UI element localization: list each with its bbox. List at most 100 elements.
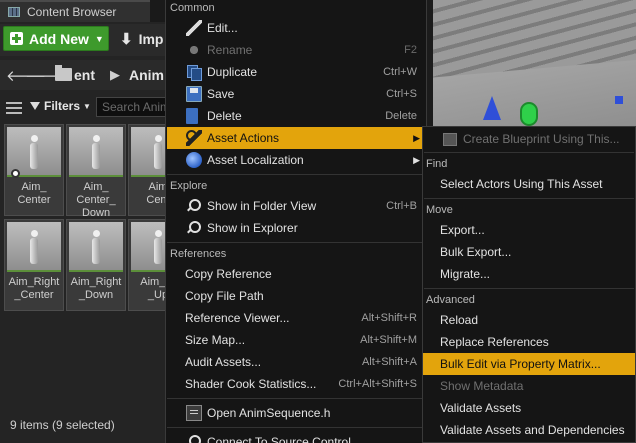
content-browser-tab[interactable]: Content Browser xyxy=(0,0,150,22)
menu-separator xyxy=(167,174,425,175)
menu-separator xyxy=(424,198,634,199)
submenu-item-replace-references[interactable]: Replace References xyxy=(423,331,635,353)
submenu-arrow-icon: ▶ xyxy=(413,132,420,143)
add-new-button[interactable]: Add New ▼ xyxy=(3,26,109,51)
menu-item-save[interactable]: Save Ctrl+S xyxy=(167,83,426,105)
menu-item-rename[interactable]: Rename F2 xyxy=(167,39,426,61)
menu-separator xyxy=(167,427,425,428)
funnel-icon xyxy=(30,102,40,110)
folder-icon[interactable] xyxy=(55,65,72,81)
asset-tile[interactable]: Aim_ Center_ Down xyxy=(66,124,126,219)
menu-separator xyxy=(167,242,425,243)
import-button[interactable]: ⬇ Imp xyxy=(120,26,163,51)
content-browser-tab-label: Content Browser xyxy=(27,5,117,19)
level-viewport[interactable] xyxy=(427,0,636,130)
content-browser-icon xyxy=(8,7,20,17)
asset-context-menu: Common Edit... Rename F2 Duplicate Ctrl+… xyxy=(165,0,427,443)
menu-item-size-map[interactable]: Size Map... Alt+Shift+M xyxy=(167,329,426,351)
submenu-item-select-actors[interactable]: Select Actors Using This Asset xyxy=(423,173,635,195)
menu-item-open-source-file[interactable]: Open AnimSequence.h xyxy=(167,402,426,424)
shortcut-label: Alt+Shift+M xyxy=(360,334,417,346)
blueprint-icon xyxy=(443,132,457,146)
menu-item-label: Audit Assets... xyxy=(185,355,262,369)
menu-item-label: Copy File Path xyxy=(185,289,264,303)
menu-item-copy-file-path[interactable]: Copy File Path xyxy=(167,285,426,307)
menu-item-asset-actions[interactable]: Asset Actions ▶ xyxy=(167,127,426,149)
asset-grid: Aim_ Center Aim_ Center_ Down Aim Cent A… xyxy=(0,120,188,412)
shortcut-label: Ctrl+B xyxy=(386,200,417,212)
section-advanced: Advanced xyxy=(426,294,475,306)
submenu-item-show-metadata[interactable]: Show Metadata xyxy=(423,375,635,397)
asset-thumbnail xyxy=(69,127,123,177)
breadcrumb-anim[interactable]: Anim xyxy=(129,67,164,83)
save-icon xyxy=(186,86,202,102)
submenu-item-create-blueprint[interactable]: Create Blueprint Using This... xyxy=(423,128,635,150)
shortcut-label: Delete xyxy=(385,110,417,122)
submenu-item-bulk-export[interactable]: Bulk Export... xyxy=(423,241,635,263)
view-options-icon[interactable] xyxy=(6,100,22,114)
viewport-border xyxy=(427,0,433,130)
menu-item-delete[interactable]: Delete Delete xyxy=(167,105,426,127)
asset-tile-label: Aim_Right _Center xyxy=(8,276,60,301)
character-figure-icon xyxy=(152,230,164,266)
shortcut-label: Alt+Shift+A xyxy=(361,356,417,368)
submenu-item-reload[interactable]: Reload xyxy=(423,309,635,331)
menu-item-reference-viewer[interactable]: Reference Viewer... Alt+Shift+R xyxy=(167,307,426,329)
content-browser-tab-bar: Content Browser xyxy=(0,0,166,22)
menu-item-label: Replace References xyxy=(440,335,549,349)
menu-item-label: Show in Explorer xyxy=(207,221,298,235)
menu-item-label: Migrate... xyxy=(440,267,491,281)
menu-item-label: Duplicate xyxy=(207,65,258,79)
breadcrumb-content[interactable]: ent xyxy=(74,67,95,83)
preview-ball-icon xyxy=(11,169,20,178)
menu-item-show-in-folder-view[interactable]: Show in Folder View Ctrl+B xyxy=(167,195,426,217)
globe-icon xyxy=(186,152,202,168)
filters-label: Filters xyxy=(44,99,81,113)
path-bar: 🡐 🡒 ent ▶ Anim xyxy=(0,60,166,90)
search-input[interactable]: Search Anim xyxy=(96,97,166,117)
asset-tile-label: Aim_ Center xyxy=(17,181,51,206)
blue-gizmo-icon xyxy=(483,96,501,120)
character-figure-icon xyxy=(152,135,164,171)
menu-item-audit-assets[interactable]: Audit Assets... Alt+Shift+A xyxy=(167,351,426,373)
menu-item-asset-localization[interactable]: Asset Localization ▶ xyxy=(167,149,426,171)
menu-item-connect-source-control[interactable]: Connect To Source Control... xyxy=(167,431,426,443)
code-file-icon xyxy=(186,405,202,421)
menu-item-label: Select Actors Using This Asset xyxy=(440,177,603,191)
import-label: Imp xyxy=(138,30,164,47)
submenu-item-bulk-edit-property-matrix[interactable]: Bulk Edit via Property Matrix... xyxy=(423,353,635,375)
submenu-arrow-icon: ▶ xyxy=(413,154,420,165)
menu-item-duplicate[interactable]: Duplicate Ctrl+W xyxy=(167,61,426,83)
menu-item-copy-reference[interactable]: Copy Reference xyxy=(167,263,426,285)
asset-tile[interactable]: Aim_Right _Down xyxy=(66,219,126,311)
character-figure-icon xyxy=(90,230,102,266)
asset-thumbnail xyxy=(7,222,61,272)
submenu-item-validate-assets[interactable]: Validate Assets xyxy=(423,397,635,419)
asset-tile[interactable]: Aim_Right _Center xyxy=(4,219,64,311)
submenu-item-export[interactable]: Export... xyxy=(423,219,635,241)
wrench-icon xyxy=(186,130,202,146)
menu-item-label: Save xyxy=(207,87,235,101)
character-figure-icon xyxy=(28,230,40,266)
content-browser-toolbar: Add New ▼ ⬇ Imp xyxy=(0,24,166,56)
section-explore: Explore xyxy=(170,180,208,192)
menu-item-edit[interactable]: Edit... xyxy=(167,17,426,39)
menu-item-shader-cook-statistics[interactable]: Shader Cook Statistics... Ctrl+Alt+Shift… xyxy=(167,373,426,395)
breadcrumb-separator-icon[interactable]: ▶ xyxy=(110,67,120,83)
submenu-item-validate-assets-and-dependencies[interactable]: Validate Assets and Dependencies xyxy=(423,419,635,441)
section-common: Common xyxy=(170,2,215,14)
menu-item-show-in-explorer[interactable]: Show in Explorer xyxy=(167,217,426,239)
pencil-icon xyxy=(186,20,202,36)
asset-tile[interactable]: Aim_ Center xyxy=(4,124,64,216)
menu-item-label: Bulk Export... xyxy=(440,245,512,259)
menu-separator xyxy=(424,152,634,153)
menu-item-label: Asset Actions xyxy=(207,131,280,145)
submenu-item-migrate[interactable]: Migrate... xyxy=(423,263,635,285)
menu-item-label: Connect To Source Control... xyxy=(207,435,361,443)
plus-icon xyxy=(10,32,23,45)
filters-button[interactable]: Filters ▼ xyxy=(30,99,91,113)
download-icon: ⬇ xyxy=(120,30,133,48)
delete-icon xyxy=(186,108,198,124)
menu-item-label: Show Metadata xyxy=(440,379,524,393)
menu-separator xyxy=(424,288,634,289)
